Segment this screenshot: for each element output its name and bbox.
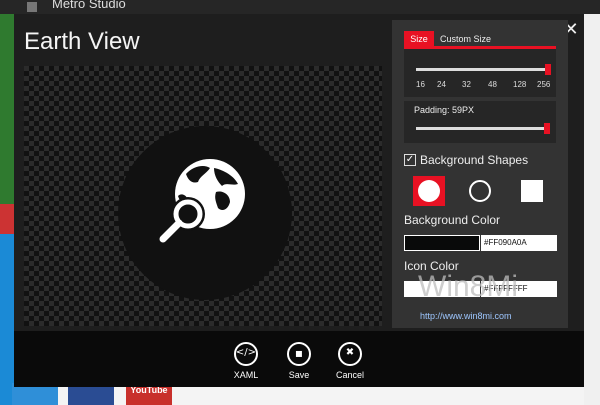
background-color-swatch[interactable] [404,235,480,251]
app-right-area [584,14,600,405]
outline-circle-icon [469,180,491,202]
shape-outline-circle-button[interactable] [464,176,496,206]
size-tick: 24 [437,80,446,89]
app-strip-green [0,14,14,204]
save-glyph: ▪ [294,346,304,360]
padding-label: Padding: 59PX [414,105,475,115]
square-icon [521,180,543,202]
size-tick: 32 [462,80,471,89]
shape-filled-circle-button[interactable] [413,176,445,206]
app-icon [27,2,37,12]
app-left-strip [0,14,14,405]
size-slider-thumb[interactable] [545,64,551,75]
watermark-url: http://www.win8mi.com [420,311,512,321]
background-color-label: Background Color [404,213,501,227]
shape-square-button[interactable] [516,176,548,206]
earth-search-icon [159,159,245,243]
filled-circle-icon [418,180,440,202]
xaml-label: XAML [233,370,259,380]
tab-custom-size[interactable]: Custom Size [440,31,491,47]
app-strip-red [0,204,14,234]
size-tick: 48 [488,80,497,89]
cancel-label: Cancel [335,370,364,380]
padding-slider-thumb[interactable] [544,123,550,134]
size-tick: 16 [416,80,425,89]
app-strip-blue [0,234,14,405]
padding-slider-track[interactable] [416,127,548,130]
tab-size[interactable]: Size [404,31,434,47]
save-label: Save [288,370,310,380]
size-tick: 256 [537,80,551,89]
app-title: Metro Studio [52,0,126,11]
code-glyph: </> [235,347,257,358]
size-tick: 128 [513,80,527,89]
background-shapes-checkbox[interactable]: ✓ [404,154,416,166]
watermark-logo: Win8Mi [418,270,519,303]
cancel-glyph: ✖ [345,347,355,358]
size-slider-track[interactable] [416,68,548,71]
page-title: Earth View [24,28,140,55]
background-shapes-label: Background Shapes [420,153,529,167]
size-slider-group [404,49,556,97]
background-color-input[interactable]: #FF090A0A [481,235,557,251]
